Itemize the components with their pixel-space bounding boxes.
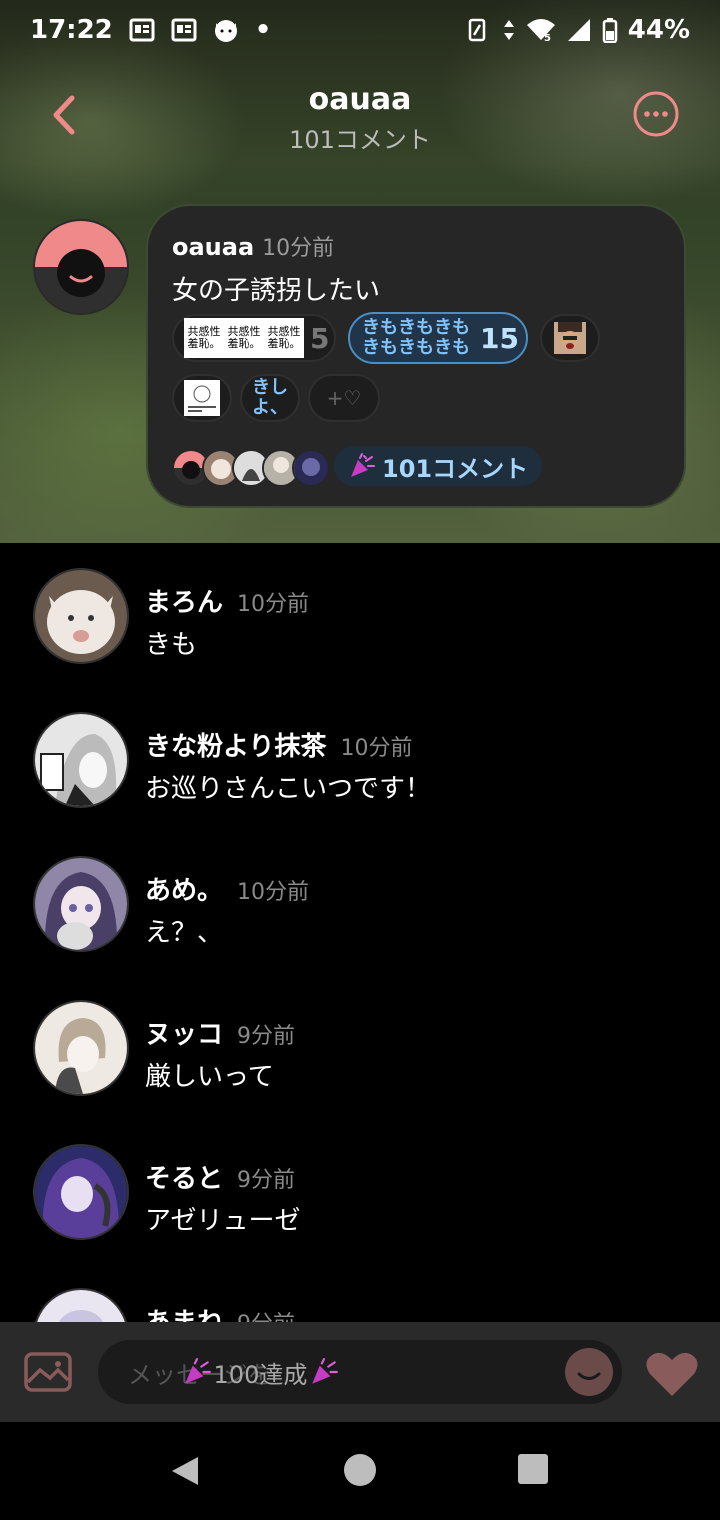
stamp-photo-image [554, 322, 586, 354]
comments-chip-label: 101コメント [382, 454, 529, 483]
comment-text: アゼリューゼ [145, 1206, 301, 1236]
more-options-icon[interactable] [632, 90, 680, 138]
news-icon [171, 18, 197, 42]
battery-icon [602, 18, 618, 43]
comment-time: 9分前 [237, 1024, 296, 1049]
system-nav-bar [0, 1422, 720, 1520]
commenter-avatar[interactable] [33, 1144, 129, 1240]
party-popper-icon [312, 1358, 339, 1384]
achievement-label: 100達成 [213, 1360, 308, 1389]
thread-header: oauaa 101コメント [0, 70, 720, 170]
post-author-name[interactable]: oauaa [172, 233, 254, 261]
commenter-avatar[interactable] [33, 856, 129, 952]
commenter-avatar[interactable] [33, 712, 129, 808]
comment-item[interactable]: そると 9分前 アゼリューゼ [33, 1144, 693, 1244]
commenter-name[interactable]: ヌッコ [145, 1020, 223, 1050]
post-text: 女の子誘拐したい [172, 276, 381, 306]
comment-text: 厳しいって [145, 1062, 274, 1092]
composer-bar: メッセージを 100達成 [0, 1322, 720, 1422]
comment-time: 9分前 [237, 1168, 296, 1193]
reaction-count: 5 [310, 321, 330, 355]
party-popper-icon [351, 453, 375, 477]
news-icon [129, 18, 155, 42]
commenter-avatar[interactable] [33, 568, 129, 664]
avatar [292, 449, 330, 487]
stamp-text-line1: きもきもきも [362, 317, 470, 338]
reaction-stamp-kishiyo[interactable]: きし よ、 [240, 374, 300, 422]
comment-item[interactable]: まろん 10分前 きも [33, 568, 693, 668]
notification-dot: • [254, 15, 272, 45]
add-reaction-label: +♡ [326, 386, 362, 410]
nav-recents-icon[interactable] [518, 1454, 548, 1484]
commenter-name[interactable]: きな粉より抹茶 [145, 732, 326, 762]
page-title: oauaa [308, 82, 412, 117]
comments-chip[interactable]: 101コメント [334, 446, 543, 486]
comment-item[interactable]: きな粉より抹茶 10分前 お巡りさんこいつです！ [33, 712, 693, 812]
stamp-text-line2: きもきもきも [362, 337, 470, 358]
message-input[interactable]: メッセージを 100達成 [98, 1340, 622, 1404]
battery-percent: 44% [627, 15, 690, 45]
stamp-manga-image [184, 380, 220, 416]
cat-icon [214, 20, 237, 42]
status-bar: 17:22 • 5 44% [0, 0, 720, 60]
nav-home-icon[interactable] [344, 1454, 376, 1486]
party-popper-icon [184, 1358, 211, 1384]
post-author-avatar[interactable] [33, 219, 129, 315]
nfc-icon [468, 18, 486, 42]
comment-time: 10分前 [237, 880, 310, 905]
emoji-icon[interactable] [564, 1347, 614, 1397]
comment-text: お巡りさんこいつです！ [145, 774, 432, 804]
stamp-image: 共感性 共感性 共感性 羞恥。 羞恥。 羞恥。 [184, 318, 304, 358]
comment-count: 101コメント [289, 126, 431, 154]
stamp-text-line1: きし [252, 377, 288, 398]
comment-item[interactable]: あめ。 10分前 え？、 [33, 856, 693, 956]
wifi-icon: 5 [526, 19, 555, 43]
reaction-stamp-kyokansei[interactable]: 共感性 共感性 共感性 羞恥。 羞恥。 羞恥。 5 [172, 314, 336, 362]
comment-time: 10分前 [237, 592, 310, 617]
reactor-avatars[interactable] [172, 449, 330, 487]
reaction-count: 15 [480, 321, 519, 355]
comment-text: え？、 [145, 918, 224, 948]
commenter-name[interactable]: あめ。 [145, 876, 223, 906]
post-card: oauaa 10分前 女の子誘拐したい 共感性 共感性 共感性 羞恥。 羞恥。 羞恥。 5… [146, 204, 686, 508]
comment-item[interactable]: ヌッコ 9分前 厳しいって [33, 1000, 693, 1100]
nav-back-icon[interactable] [168, 1454, 202, 1488]
stamp-text-line2: よ、 [252, 397, 288, 418]
reaction-stamp-kimo[interactable]: きもきもきも きもきもきも 15 [348, 312, 528, 364]
reaction-stamp-photo[interactable] [540, 314, 600, 362]
image-attach-icon[interactable] [24, 1352, 72, 1392]
post-time: 10分前 [262, 236, 335, 261]
achievement-banner: 100達成 [182, 1355, 340, 1390]
reaction-stamp-image[interactable] [172, 374, 232, 422]
comment-text: きも [145, 630, 198, 660]
svg-text:5: 5 [544, 33, 551, 43]
add-reaction-button[interactable]: +♡ [308, 374, 380, 422]
commenter-name[interactable]: まろん [145, 588, 223, 618]
commenter-avatar[interactable] [33, 1000, 129, 1096]
commenter-name[interactable]: そると [145, 1164, 223, 1194]
heart-icon[interactable] [644, 1350, 700, 1398]
data-arrows-icon [503, 20, 514, 40]
signal-icon [567, 19, 590, 41]
clock: 17:22 [30, 15, 113, 45]
comment-time: 10分前 [340, 736, 413, 761]
